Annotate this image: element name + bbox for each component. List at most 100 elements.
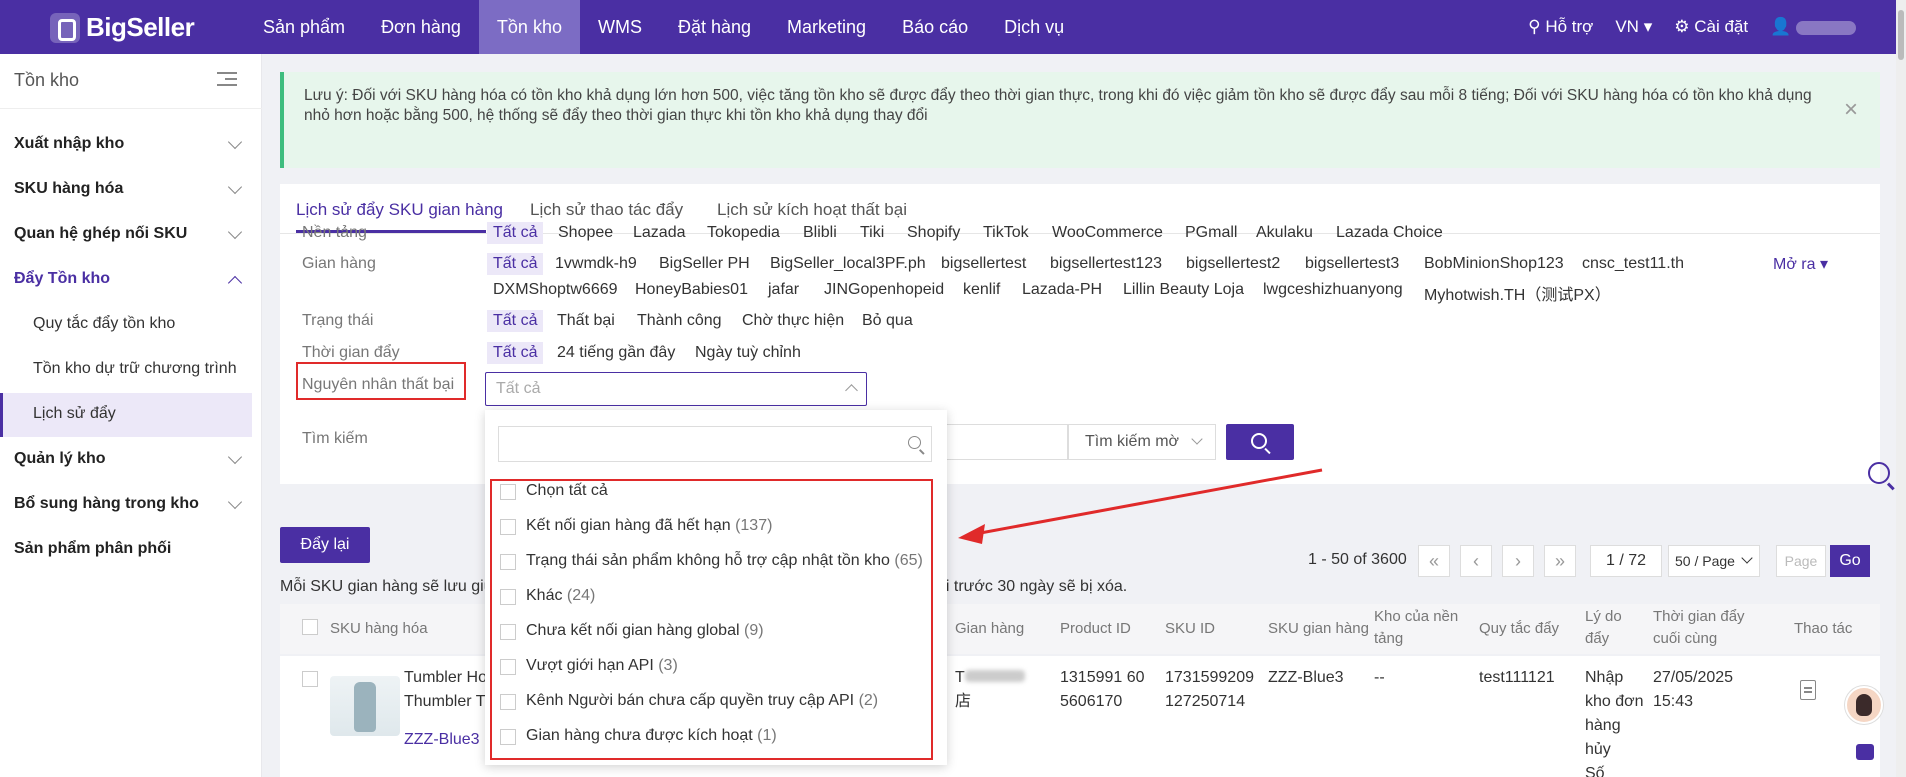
search-input[interactable] <box>940 424 1068 460</box>
support-link[interactable]: ⚲ Hỗ trợ <box>1528 17 1593 37</box>
nav-marketing[interactable]: Marketing <box>769 0 884 54</box>
option-checkbox[interactable] <box>500 589 516 605</box>
store-option[interactable]: bigsellertest3 <box>1305 255 1399 273</box>
sidebar-item-push-stock[interactable]: Đẩy Tồn kho <box>14 270 244 291</box>
platform-option[interactable]: Tiki <box>860 224 884 242</box>
store-option[interactable]: jafar <box>768 281 799 299</box>
sidebar-subitem-push-history[interactable]: Lịch sử đẩy <box>33 405 116 423</box>
platform-option[interactable]: Lazada Choice <box>1336 224 1443 242</box>
merchant-sku-link[interactable]: ZZZ-Blue3 <box>404 728 480 752</box>
store-option[interactable]: bigsellertest2 <box>1186 255 1280 273</box>
tab-push-action-history[interactable]: Lịch sử thao tác đẩy <box>530 200 683 220</box>
nav-inventory[interactable]: Tồn kho <box>478 0 580 54</box>
dropdown-search-input[interactable] <box>498 426 932 462</box>
store-option[interactable]: JINGopenhopeid <box>824 281 944 299</box>
chat-icon[interactable] <box>1856 744 1874 760</box>
nav-products[interactable]: Sản phẩm <box>245 0 363 54</box>
sidebar-item-sku-mapping[interactable]: Quan hệ ghép nối SKU <box>14 224 244 243</box>
dropdown-option[interactable]: Khác (24) <box>500 587 595 605</box>
fail-reason-select[interactable]: Tất cả <box>485 372 867 406</box>
row-checkbox[interactable] <box>302 671 318 687</box>
option-checkbox[interactable] <box>500 659 516 675</box>
platform-option[interactable]: WooCommerce <box>1052 224 1163 242</box>
platform-option[interactable]: Akulaku <box>1256 224 1313 242</box>
sidebar-subitem-push-rules[interactable]: Quy tắc đẩy tồn kho <box>33 315 175 333</box>
bigseller-logo[interactable]: BigSeller <box>50 12 195 43</box>
sidebar-subitem-reserved-stock[interactable]: Tồn kho dự trữ chương trình <box>33 360 237 378</box>
select-all-checkbox[interactable] <box>302 619 318 635</box>
next-page-button[interactable]: › <box>1502 545 1534 577</box>
go-button[interactable]: Go <box>1830 545 1870 577</box>
collapse-sidebar-icon[interactable] <box>217 72 237 88</box>
store-option[interactable]: HoneyBabies01 <box>635 281 748 299</box>
nav-wms[interactable]: WMS <box>580 0 660 54</box>
option-checkbox[interactable] <box>500 554 516 570</box>
dropdown-option[interactable]: Trạng thái sản phẩm không hỗ trợ cập nhậ… <box>500 552 923 570</box>
search-button[interactable] <box>1226 424 1294 460</box>
option-checkbox[interactable] <box>500 519 516 535</box>
platform-option[interactable]: Tất cả <box>487 222 544 244</box>
push-time-option[interactable]: Tất cả <box>487 342 544 364</box>
scrollbar-thumb[interactable] <box>1898 10 1904 60</box>
status-option[interactable]: Bỏ qua <box>862 312 913 330</box>
status-option[interactable]: Tất cả <box>487 310 544 332</box>
store-option[interactable]: bigsellertest <box>941 255 1026 273</box>
platform-option[interactable]: Shopee <box>558 224 613 242</box>
search-mode-select[interactable]: Tìm kiếm mờ <box>1068 424 1216 460</box>
store-option[interactable]: bigsellertest123 <box>1050 255 1162 273</box>
page-scrollbar[interactable] <box>1896 0 1906 777</box>
dropdown-option[interactable]: Gian hàng chưa được kích hoạt (1) <box>500 727 777 745</box>
option-checkbox[interactable] <box>500 694 516 710</box>
view-detail-icon[interactable] <box>1800 680 1816 700</box>
store-option[interactable]: Myhotwish.TH（测试PX） <box>1424 281 1611 305</box>
store-option[interactable]: Lazada-PH <box>1022 281 1102 299</box>
product-title-line1[interactable]: Tumbler Ho <box>404 666 487 690</box>
page-indicator[interactable]: 1 / 72 <box>1590 545 1662 577</box>
page-input[interactable]: Page <box>1776 545 1826 577</box>
sidebar-item-warehouse[interactable]: Quản lý kho <box>14 449 244 468</box>
settings-link[interactable]: ⚙ Cài đặt <box>1674 17 1748 37</box>
status-option[interactable]: Thành công <box>637 312 722 330</box>
tab-store-sku-history[interactable]: Lịch sử đẩy SKU gian hàng <box>296 200 503 220</box>
status-option[interactable]: Thất bại <box>557 312 615 330</box>
platform-option[interactable]: PGmall <box>1185 224 1237 242</box>
store-option[interactable]: kenlif <box>963 281 1000 299</box>
store-option[interactable]: DXMShoptw6669 <box>493 281 618 299</box>
platform-option[interactable]: Blibli <box>803 224 837 242</box>
platform-option[interactable]: Tokopedia <box>707 224 780 242</box>
nav-purchase[interactable]: Đặt hàng <box>660 0 769 54</box>
page-size-select[interactable]: 50 / Page <box>1668 545 1760 577</box>
dropdown-option[interactable]: Vượt giới hạn API (3) <box>500 657 678 675</box>
push-time-option[interactable]: 24 tiếng gần đây <box>557 344 675 362</box>
platform-option[interactable]: TikTok <box>983 224 1029 242</box>
prev-page-button[interactable]: ‹ <box>1460 545 1492 577</box>
store-option[interactable]: BobMinionShop123 <box>1424 255 1564 273</box>
last-page-button[interactable]: » <box>1544 545 1576 577</box>
sidebar-item-distribution[interactable]: Sản phẩm phân phối <box>14 540 244 558</box>
dropdown-option[interactable]: Kênh Người bán chưa cấp quyền truy cập A… <box>500 692 878 710</box>
nav-reports[interactable]: Báo cáo <box>884 0 986 54</box>
store-option[interactable]: cnsc_test11.th <box>1582 255 1684 273</box>
sidebar-item-merchant-sku[interactable]: SKU hàng hóa <box>14 179 244 198</box>
store-option[interactable]: lwgceshizhuanyong <box>1263 281 1403 299</box>
first-page-button[interactable]: « <box>1418 545 1450 577</box>
dropdown-option[interactable]: Chưa kết nối gian hàng global (9) <box>500 622 764 640</box>
nav-orders[interactable]: Đơn hàng <box>363 0 479 54</box>
repush-button[interactable]: Đẩy lại <box>280 527 370 563</box>
store-option[interactable]: BigSeller PH <box>659 255 750 273</box>
user-menu[interactable]: 👤 <box>1770 17 1856 37</box>
product-title-line2[interactable]: Thumbler T <box>404 690 486 714</box>
dropdown-option[interactable]: Kết nối gian hàng đã hết hạn (137) <box>500 517 772 535</box>
platform-option[interactable]: Shopify <box>907 224 960 242</box>
store-option[interactable]: 1vwmdk-h9 <box>555 255 637 273</box>
support-avatar[interactable] <box>1845 686 1883 724</box>
floating-search-icon[interactable] <box>1868 462 1890 484</box>
option-checkbox[interactable] <box>500 484 516 500</box>
store-option[interactable]: BigSeller_local3PF.ph <box>770 255 926 273</box>
dropdown-option[interactable]: Chọn tất cả <box>500 482 608 500</box>
sidebar-item-replenish[interactable]: Bổ sung hàng trong kho <box>14 494 244 513</box>
option-checkbox[interactable] <box>500 624 516 640</box>
sidebar-item-stock-io[interactable]: Xuất nhập kho <box>14 134 244 153</box>
tab-activation-fail-history[interactable]: Lịch sử kích hoạt thất bại <box>717 200 907 220</box>
nav-services[interactable]: Dịch vụ <box>986 0 1082 54</box>
